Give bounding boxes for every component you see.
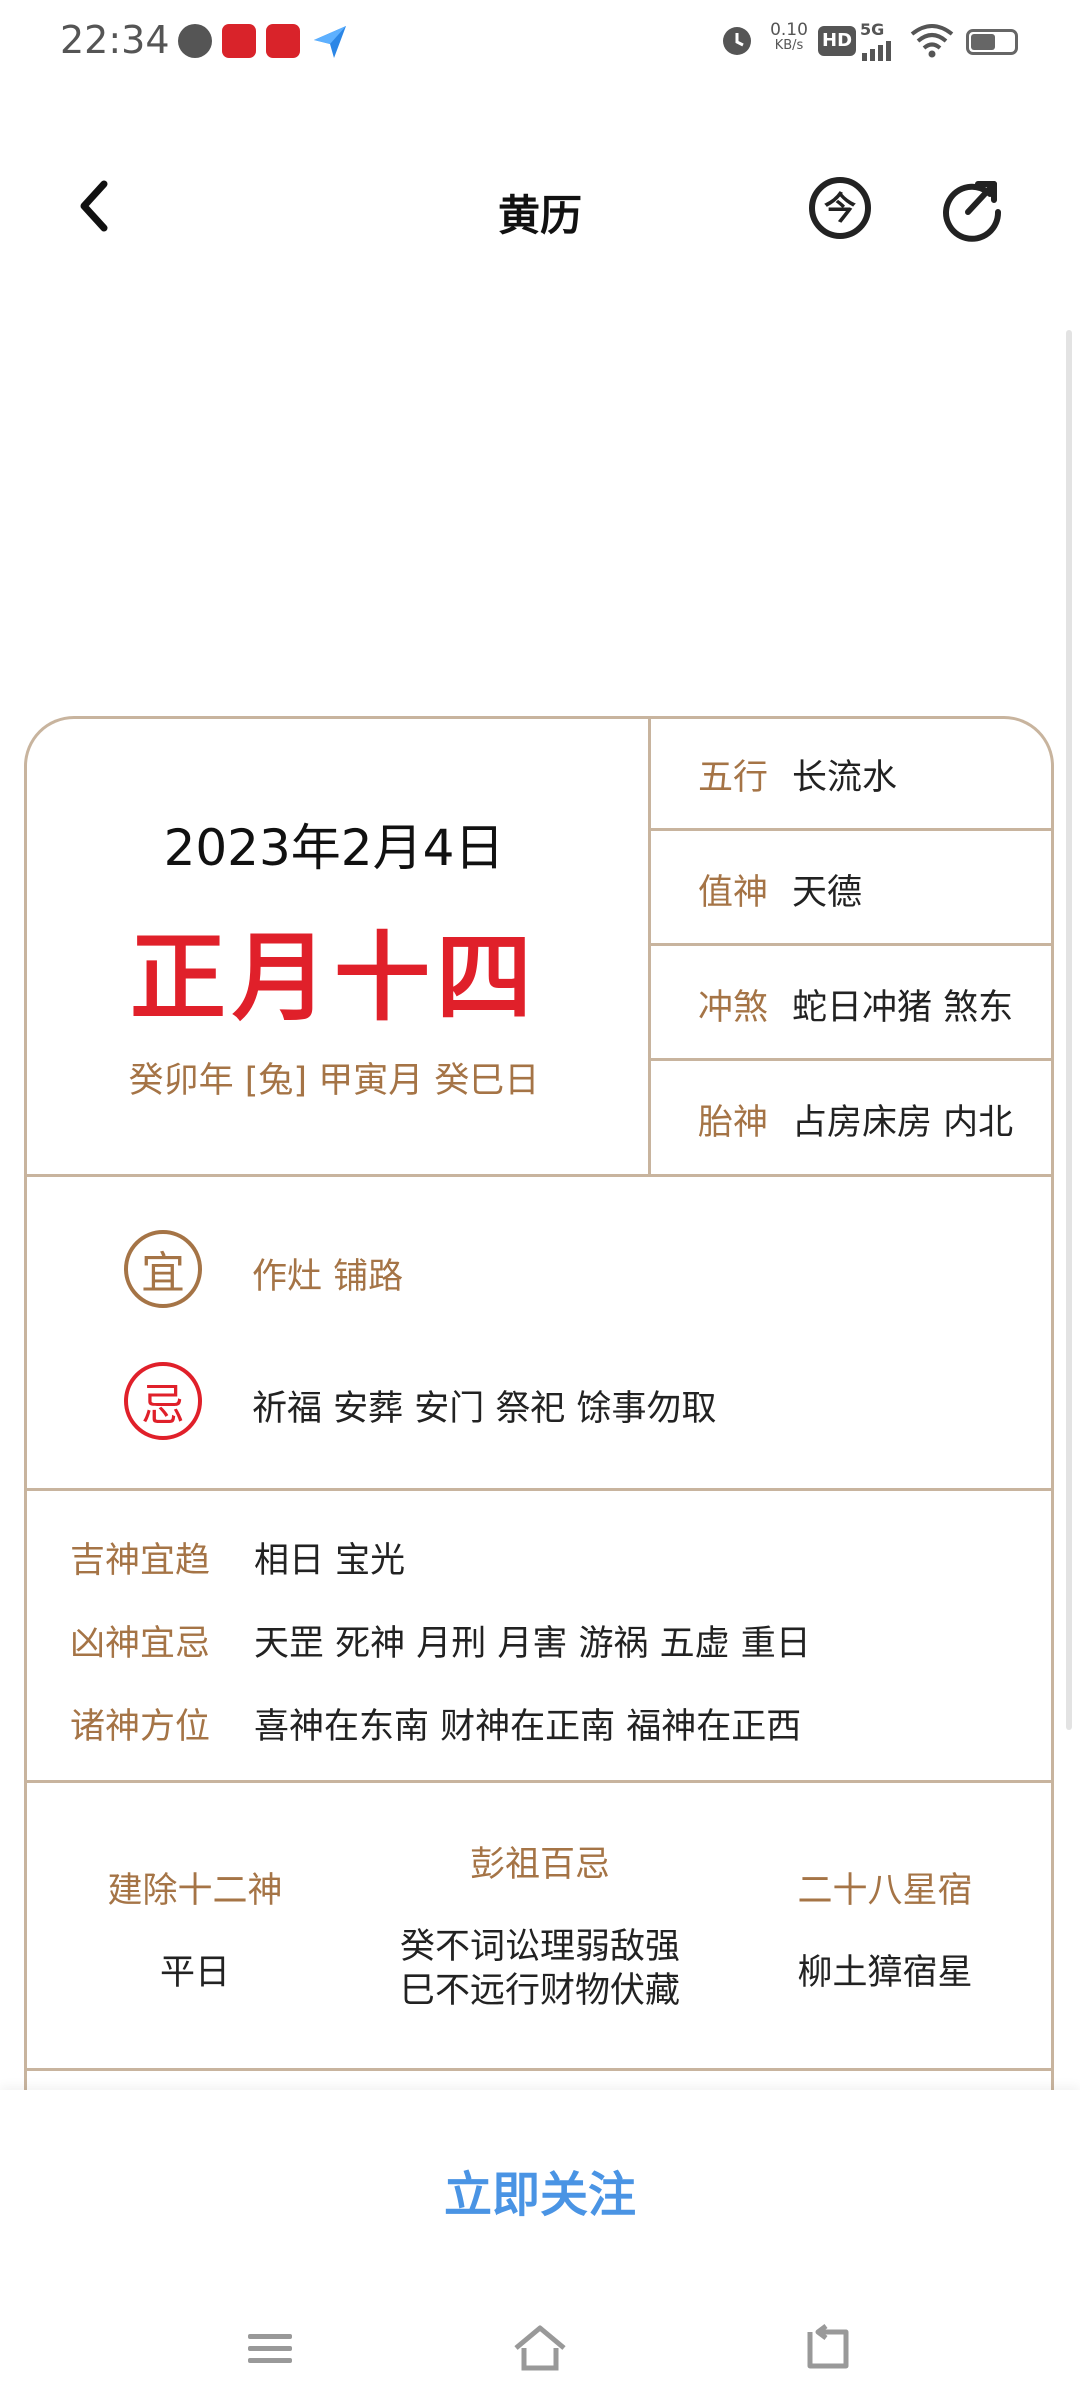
share-button[interactable]	[938, 174, 1006, 242]
battery-level-fill	[971, 34, 996, 50]
send-app-icon	[312, 24, 348, 64]
share-icon	[943, 181, 1002, 242]
scrollbar[interactable]	[1066, 330, 1072, 1730]
study-app-icon	[266, 24, 300, 58]
info-label: 值神	[698, 872, 769, 913]
info-row-taishen: 胎神 占房床房 内北	[650, 1063, 1050, 1175]
ji-text: 祈福 安葬 安门 祭祀 馀事勿取	[252, 1389, 717, 1429]
god-label-fangwei: 诸神方位	[70, 1707, 211, 1747]
info-label: 五行	[698, 757, 769, 798]
page-title: 黄历	[497, 191, 582, 240]
pengzu-line2: 巳不远行财物伏藏	[399, 1971, 680, 2011]
divider	[27, 1488, 1051, 1491]
hd-badge: HD	[818, 26, 857, 56]
yi-icon: 宜	[124, 1230, 202, 1308]
today-button[interactable]: 今	[806, 174, 874, 242]
status-time: 22:34	[60, 18, 170, 62]
ganzhi-date: 癸卯年 [兔] 甲寅月 癸巳日	[128, 1061, 540, 1101]
info-value: 长流水	[792, 757, 898, 798]
info-label: 冲煞	[698, 987, 769, 1028]
jianchu-value: 平日	[159, 1953, 230, 1993]
back-nav-icon	[807, 2324, 849, 2369]
info-value: 蛇日冲猪 煞东	[792, 987, 1014, 1028]
today-icon: 今	[809, 177, 871, 239]
home-icon	[514, 2325, 566, 2371]
xiu-title: 二十八星宿	[797, 1871, 973, 1911]
app-notification-icon	[178, 24, 212, 58]
info-label: 胎神	[698, 1102, 769, 1143]
menu-nav-button[interactable]	[240, 2318, 300, 2378]
lunar-date: 正月十四	[130, 922, 538, 1034]
alarm-icon	[718, 20, 756, 60]
ji-icon: 忌	[124, 1362, 202, 1440]
network-speed-unit: KB/s	[774, 38, 804, 53]
news-app-icon	[222, 24, 256, 58]
god-value-fangwei: 喜神在东南 财神在正南 福神在正西	[254, 1707, 802, 1747]
network-speed-value: 0.10	[770, 20, 808, 40]
wifi-icon	[910, 22, 954, 62]
signal-5g-icon: 5G	[860, 20, 896, 65]
yi-text: 作灶 铺路	[252, 1257, 404, 1297]
god-label-jishen: 吉神宜趋	[70, 1541, 211, 1581]
today-icon-char: 今	[824, 189, 856, 227]
god-value-jishen: 相日 宝光	[254, 1541, 406, 1581]
info-row-chongsha: 冲煞 蛇日冲猪 煞东	[650, 948, 1050, 1060]
pengzu-title: 彭祖百忌	[469, 1845, 610, 1885]
info-row-zhishen: 值神 天德	[650, 833, 1050, 945]
follow-button[interactable]: 立即关注	[0, 2155, 1080, 2225]
network-speed: 0.10 KB/s	[764, 22, 814, 54]
info-value: 占房床房 内北	[792, 1102, 1014, 1143]
divider	[27, 2068, 1051, 2071]
god-label-xiongshen: 凶神宜忌	[70, 1624, 211, 1664]
menu-icon	[248, 2334, 292, 2363]
home-nav-button[interactable]	[510, 2318, 570, 2378]
xiu-value: 柳土獐宿星	[797, 1953, 973, 1993]
signal-5g-label: 5G	[860, 20, 885, 39]
god-value-xiongshen: 天罡 死神 月刑 月害 游祸 五虚 重日	[254, 1624, 811, 1664]
back-nav-button[interactable]	[796, 2318, 856, 2378]
info-value: 天德	[792, 872, 863, 913]
jianchu-title: 建除十二神	[107, 1871, 283, 1911]
solar-date: 2023年2月4日	[163, 819, 505, 877]
divider	[27, 1780, 1051, 1783]
info-row-wuxing: 五行 长流水	[650, 718, 1050, 830]
battery-icon	[966, 29, 1018, 55]
